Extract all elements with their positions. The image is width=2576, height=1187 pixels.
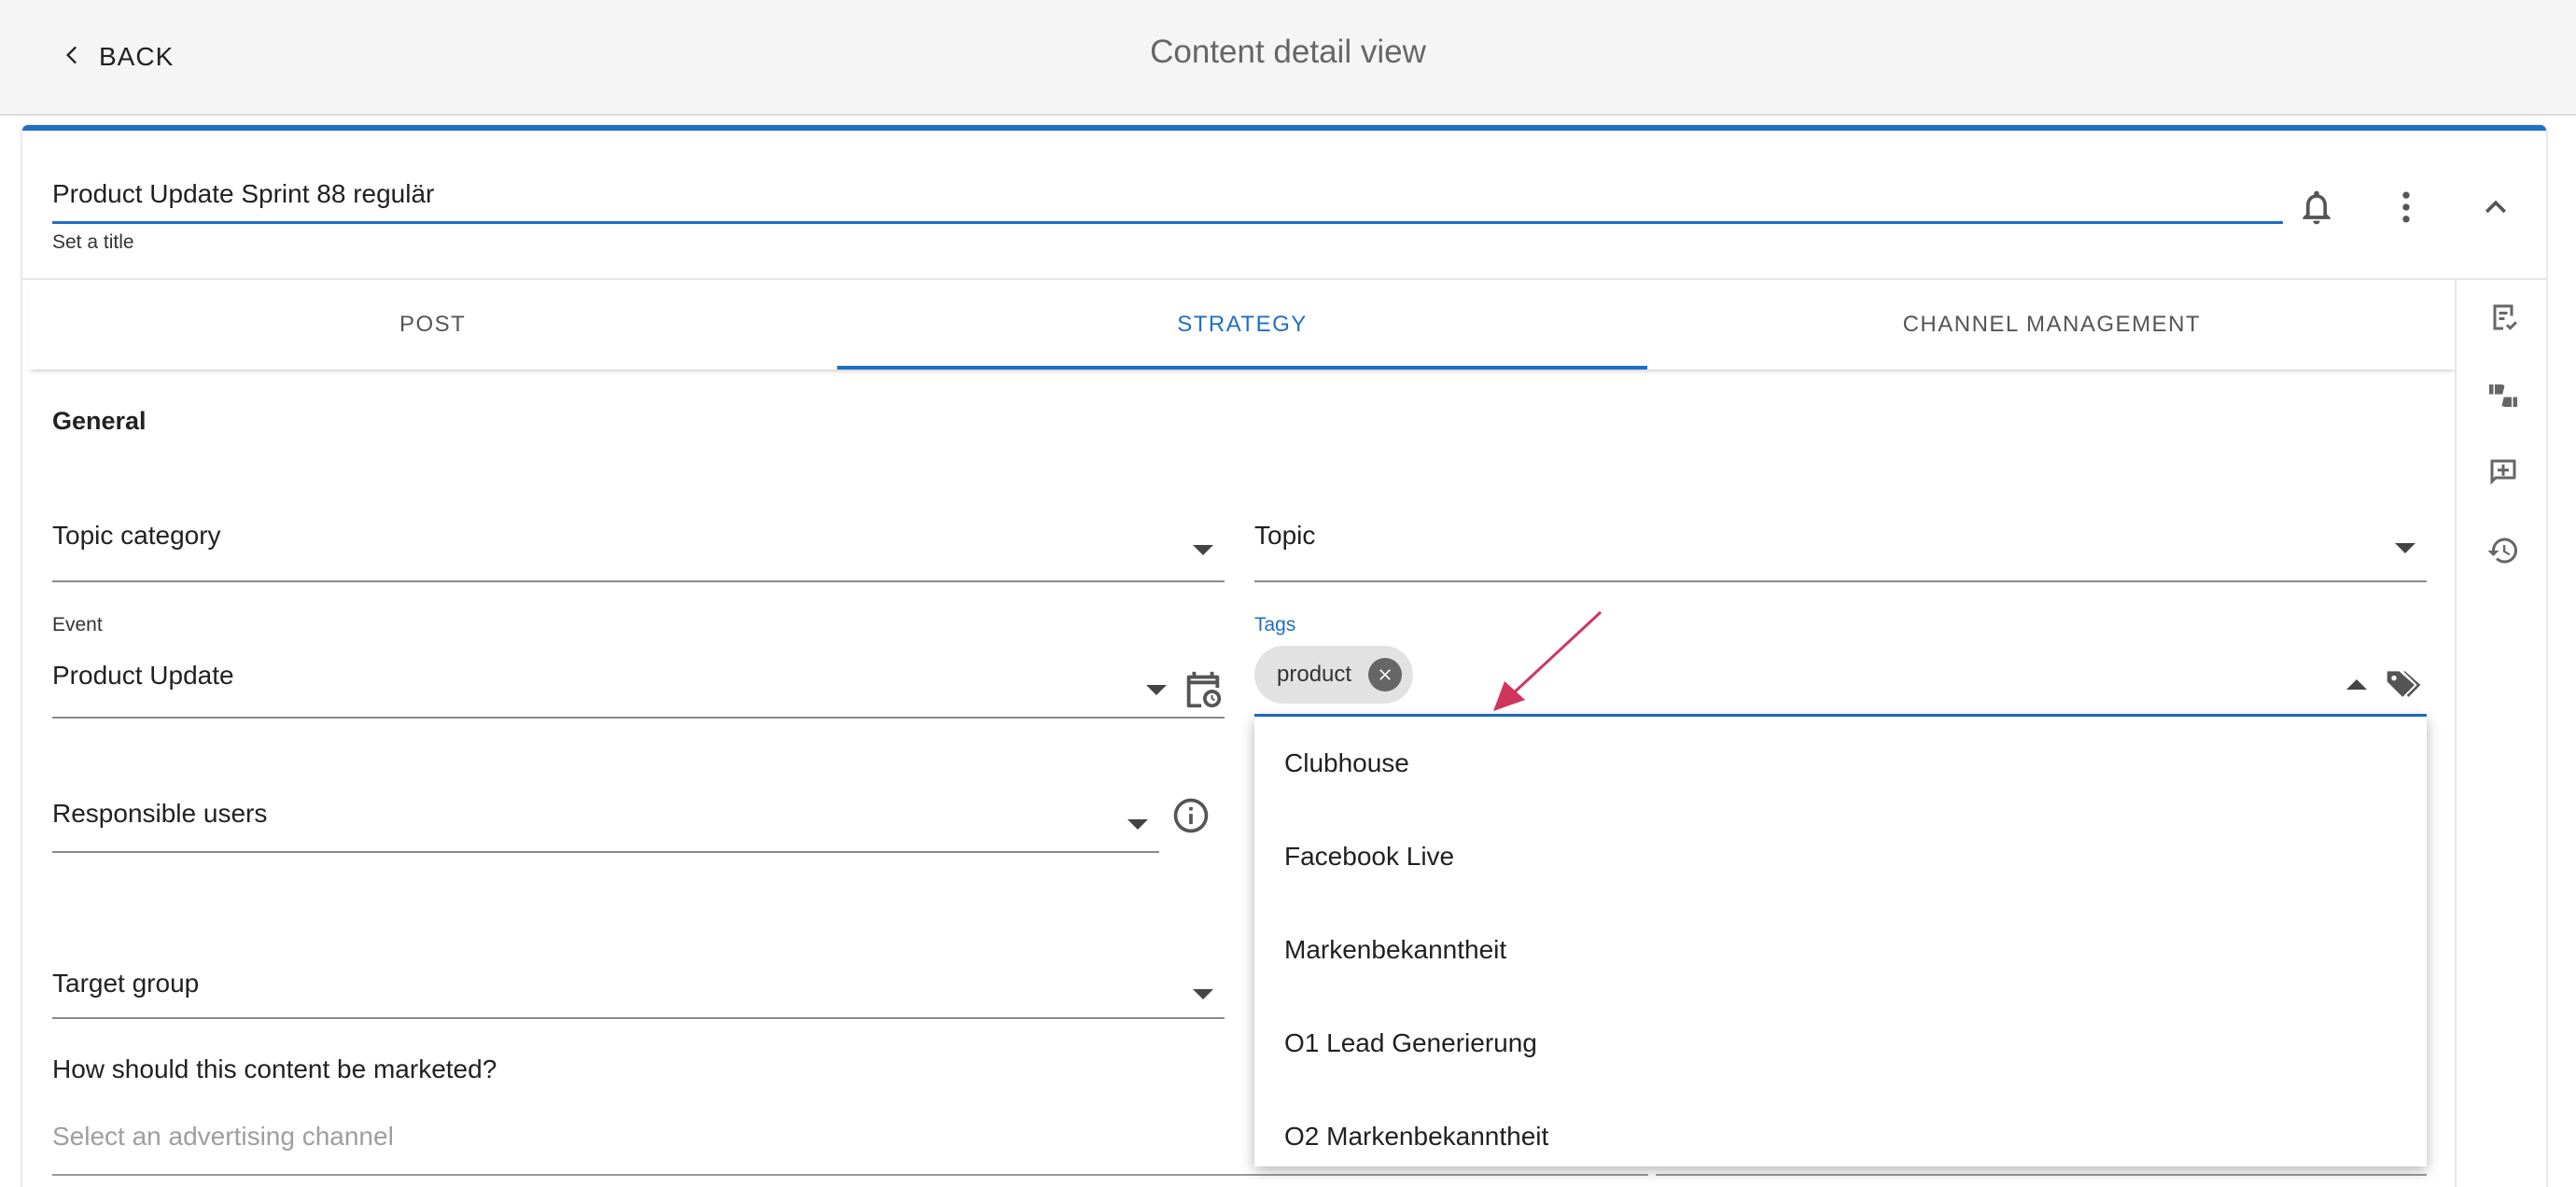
topic-category-select[interactable]: Topic category [52,504,1225,582]
tab-bar: POST STRATEGY CHANNEL MANAGEMENT [28,280,2457,370]
target-group-select[interactable]: Target group [52,931,1225,1019]
tags-dropdown-menu: Clubhouse Facebook Live Markenbekannthei… [1254,717,2427,1166]
dropdown-arrow-icon [1193,545,1213,555]
page-title: Content detail view [1150,34,1426,70]
section-title-general: General [52,407,147,435]
dropdown-arrow-icon [1127,819,1148,830]
tags-label: Tags [1254,614,1296,635]
list-item[interactable]: Clubhouse [1254,717,2427,810]
tag-chip: product [1254,646,1413,704]
tab-channel-management[interactable]: CHANNEL MANAGEMENT [1647,280,2457,370]
event-label: Event [52,614,103,635]
title-input[interactable]: Product Update Sprint 88 regulär [52,172,2283,224]
event-select[interactable]: Product Update [52,640,1225,719]
dropdown-arrow-icon [1146,685,1167,695]
bell-icon[interactable] [2290,181,2343,233]
content-card: Product Update Sprint 88 regulär Set a t… [22,125,2546,1187]
dropdown-arrow-icon [1193,989,1213,999]
topic-label: Topic [1254,521,1316,550]
dropdown-arrow-up-icon[interactable] [2346,679,2367,690]
checklist-icon[interactable] [2486,300,2520,334]
event-value: Product Update [52,661,234,690]
list-item[interactable]: O2 Markenbekanntheit [1254,1090,2427,1166]
tab-strategy[interactable]: STRATEGY [837,280,1647,370]
list-item[interactable]: O1 Lead Generierung [1254,997,2427,1090]
advertising-channel-placeholder: Select an advertising channel [52,1122,394,1151]
dropdown-arrow-icon [2395,543,2415,553]
top-app-bar: BACK Content detail view [0,0,2576,116]
list-item[interactable]: Facebook Live [1254,810,2427,903]
tab-post[interactable]: POST [28,280,837,370]
list-item[interactable]: Markenbekanntheit [1254,903,2427,997]
more-vert-icon[interactable] [2380,181,2432,233]
side-rail [2455,280,2546,1187]
target-group-label: Target group [52,969,200,998]
chevron-up-icon[interactable] [2470,181,2522,233]
tags-icon[interactable] [2384,664,2425,705]
history-icon[interactable] [2486,534,2520,567]
thumbs-up-down-icon[interactable] [2486,379,2520,412]
marketing-question: How should this content be marketed? [52,1054,497,1083]
add-comment-icon[interactable] [2486,455,2520,489]
info-icon[interactable] [1170,795,1211,836]
responsible-users-select[interactable]: Responsible users [52,775,1159,853]
close-icon[interactable] [1368,658,1403,691]
arrow-annotation [1493,610,1603,711]
responsible-users-label: Responsible users [52,799,268,828]
topic-category-label: Topic category [52,521,221,550]
title-helper-text: Set a title [52,231,134,253]
topic-select[interactable]: Topic [1254,504,2427,582]
calendar-clock-icon[interactable] [1182,668,1225,711]
tag-chip-label: product [1277,662,1352,687]
tags-input[interactable] [1254,640,2427,717]
